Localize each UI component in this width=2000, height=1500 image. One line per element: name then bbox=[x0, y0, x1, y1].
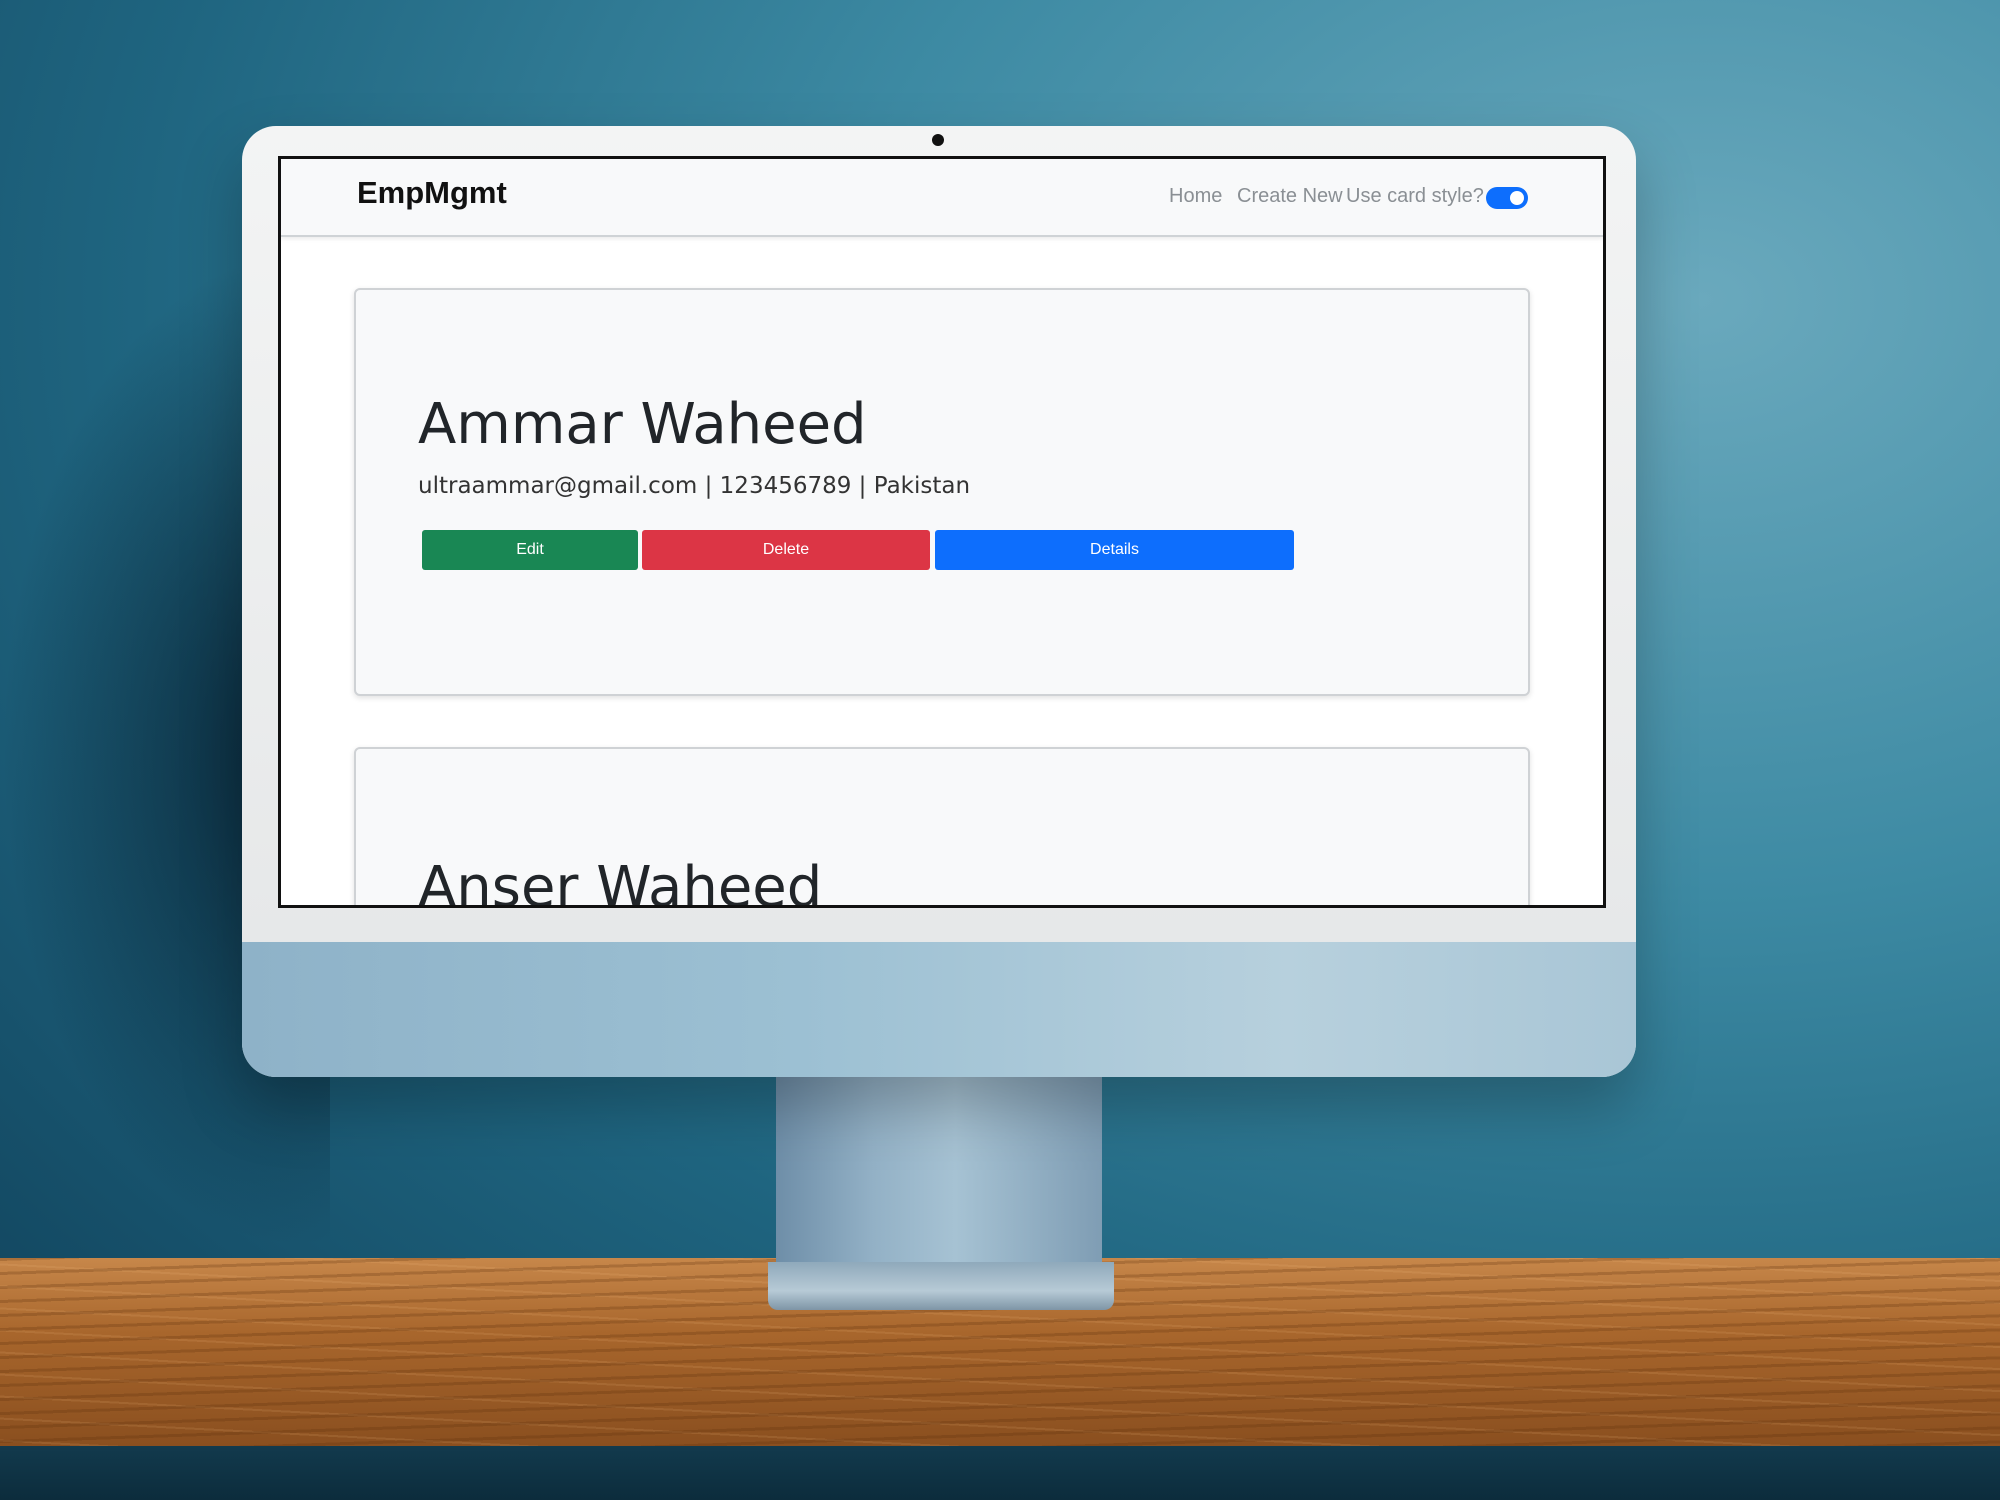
employee-card: Anser Waheed bbox=[354, 747, 1530, 908]
app-window: EmpMgmt Home Create New Use card style? … bbox=[278, 156, 1606, 908]
navbar: EmpMgmt Home Create New Use card style? bbox=[281, 159, 1603, 237]
edit-button[interactable]: Edit bbox=[422, 530, 638, 570]
employee-name: Ammar Waheed bbox=[418, 392, 867, 457]
monitor-chin bbox=[242, 942, 1636, 1077]
monitor: EmpMgmt Home Create New Use card style? … bbox=[242, 126, 1636, 1077]
monitor-stand bbox=[776, 1075, 1102, 1275]
camera-icon bbox=[932, 134, 944, 146]
brand-logo[interactable]: EmpMgmt bbox=[357, 175, 507, 211]
card-style-label: Use card style? bbox=[1346, 185, 1484, 207]
nav-home-link[interactable]: Home bbox=[1169, 185, 1222, 208]
employee-info: ultraammar@gmail.com | 123456789 | Pakis… bbox=[418, 473, 971, 499]
shelf-edge bbox=[0, 1446, 2000, 1500]
employee-name: Anser Waheed bbox=[418, 855, 823, 908]
employee-card: Ammar Waheed ultraammar@gmail.com | 1234… bbox=[354, 288, 1530, 696]
card-style-toggle[interactable] bbox=[1486, 187, 1528, 209]
details-button[interactable]: Details bbox=[935, 530, 1294, 570]
delete-button[interactable]: Delete bbox=[642, 530, 930, 570]
nav-create-new-link[interactable]: Create New bbox=[1237, 185, 1343, 208]
toggle-knob bbox=[1510, 191, 1524, 205]
monitor-stand-foot bbox=[768, 1262, 1114, 1310]
